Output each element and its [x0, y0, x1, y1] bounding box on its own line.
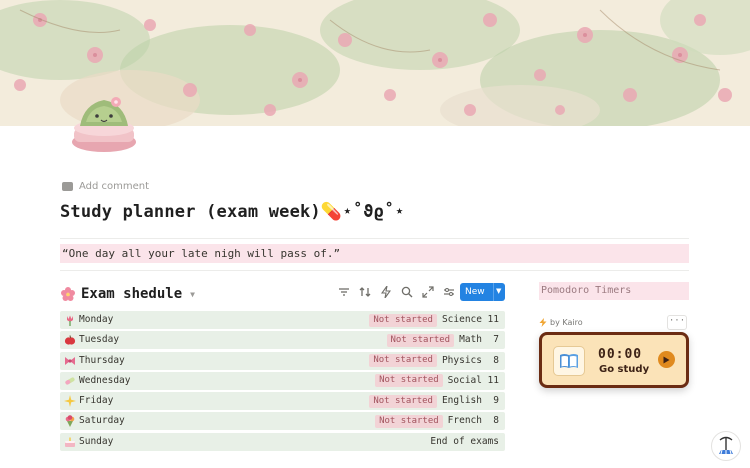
count-value: 8 — [493, 415, 499, 427]
automation-icon[interactable] — [378, 284, 394, 300]
count-value: 7 — [493, 334, 499, 346]
add-comment-button[interactable]: Add comment — [62, 181, 149, 192]
subject-label: Math — [459, 334, 482, 346]
divider — [60, 238, 689, 239]
pomodoro-timer-widget: 00:00 Go study — [539, 332, 689, 388]
list-item[interactable]: Wednesday Not started Social 11 — [60, 371, 505, 390]
day-label: Monday — [79, 314, 114, 325]
status-badge: Not started — [369, 354, 437, 368]
sparkle-icon — [64, 395, 76, 408]
beach-chair-icon — [719, 436, 733, 455]
list-item[interactable]: Thursday Not started Physics 8 — [60, 351, 505, 370]
day-label: Friday — [79, 395, 114, 407]
subject-label: English — [441, 395, 482, 407]
status-badge: Not started — [386, 333, 455, 347]
add-comment-label: Add comment — [79, 181, 150, 192]
filter-icon[interactable] — [336, 284, 352, 300]
divider — [60, 270, 689, 271]
day-label: Saturday — [79, 415, 125, 427]
database-toolbar — [336, 284, 457, 300]
subject-label: Social — [447, 374, 482, 386]
subject-label: French — [447, 415, 482, 427]
expand-icon[interactable] — [420, 284, 436, 300]
quote-block[interactable]: “One day all your late nigh will pass of… — [60, 244, 689, 263]
lightning-icon — [539, 318, 547, 327]
play-icon — [663, 356, 670, 363]
list-item[interactable]: Tuesday Not started Math 7 — [60, 331, 505, 350]
new-button-label: New — [465, 287, 485, 297]
sakura-icon — [61, 287, 75, 301]
count-value: 8 — [493, 354, 499, 366]
list-item[interactable]: Sunday End of exams — [60, 432, 505, 451]
matcha-cake-icon[interactable] — [66, 92, 142, 156]
new-button[interactable]: New ▼ — [460, 283, 505, 301]
cake-icon — [65, 437, 75, 447]
settings-sliders-icon[interactable] — [441, 284, 457, 300]
day-label: Wednesday — [79, 374, 131, 386]
more-options-button[interactable]: ··· — [667, 315, 687, 330]
count-value: 11 — [487, 314, 499, 325]
database-name: Exam shedule — [81, 286, 183, 302]
pomodoro-heading[interactable]: Pomodoro Timers — [539, 282, 689, 300]
page-title[interactable]: Study planner (exam week)💊⋆˚ϑϱ˚⋆ — [60, 202, 405, 222]
comment-icon — [62, 182, 73, 191]
status-badge: Not started — [369, 394, 437, 408]
timer-action-label: Go study — [599, 364, 650, 375]
sort-icon[interactable] — [357, 284, 373, 300]
subject-label: Science — [441, 314, 482, 325]
chevron-down-icon[interactable]: ▼ — [496, 287, 501, 295]
list-item[interactable]: Monday Not started Science 11 — [60, 311, 505, 329]
pill-icon — [65, 377, 75, 385]
status-badge: Not started — [369, 313, 437, 327]
day-label: Tuesday — [79, 334, 120, 346]
timer-display: 00:00 — [598, 347, 643, 362]
help-avatar-button[interactable] — [711, 431, 741, 461]
list-item[interactable]: Saturday Not started French 8 — [60, 412, 505, 431]
bouquet-icon — [65, 415, 75, 428]
credit-label: by Kairo — [550, 318, 583, 327]
exam-schedule-list: Monday Not started Science 11 Tuesday Not … — [60, 311, 505, 453]
widget-credit[interactable]: by Kairo — [539, 318, 583, 327]
subject-label: End of exams — [430, 435, 499, 447]
subject-label: Physics — [441, 354, 482, 366]
apple-icon — [64, 335, 76, 345]
count-value: 9 — [493, 395, 499, 407]
chevron-down-icon: ▼ — [190, 289, 195, 299]
day-label: Sunday — [79, 435, 114, 447]
day-label: Thursday — [79, 354, 125, 366]
button-divider — [493, 283, 494, 301]
tulip-icon — [67, 315, 73, 326]
database-title[interactable]: Exam shedule ▼ — [61, 286, 195, 302]
ribbon-icon — [65, 356, 75, 365]
list-item[interactable]: Friday Not started English 9 — [60, 392, 505, 411]
status-badge: Not started — [375, 374, 443, 388]
status-badge: Not started — [375, 414, 443, 428]
search-icon[interactable] — [399, 284, 415, 300]
open-book-icon — [553, 346, 585, 376]
count-value: 11 — [487, 374, 499, 386]
play-button[interactable] — [658, 351, 675, 368]
